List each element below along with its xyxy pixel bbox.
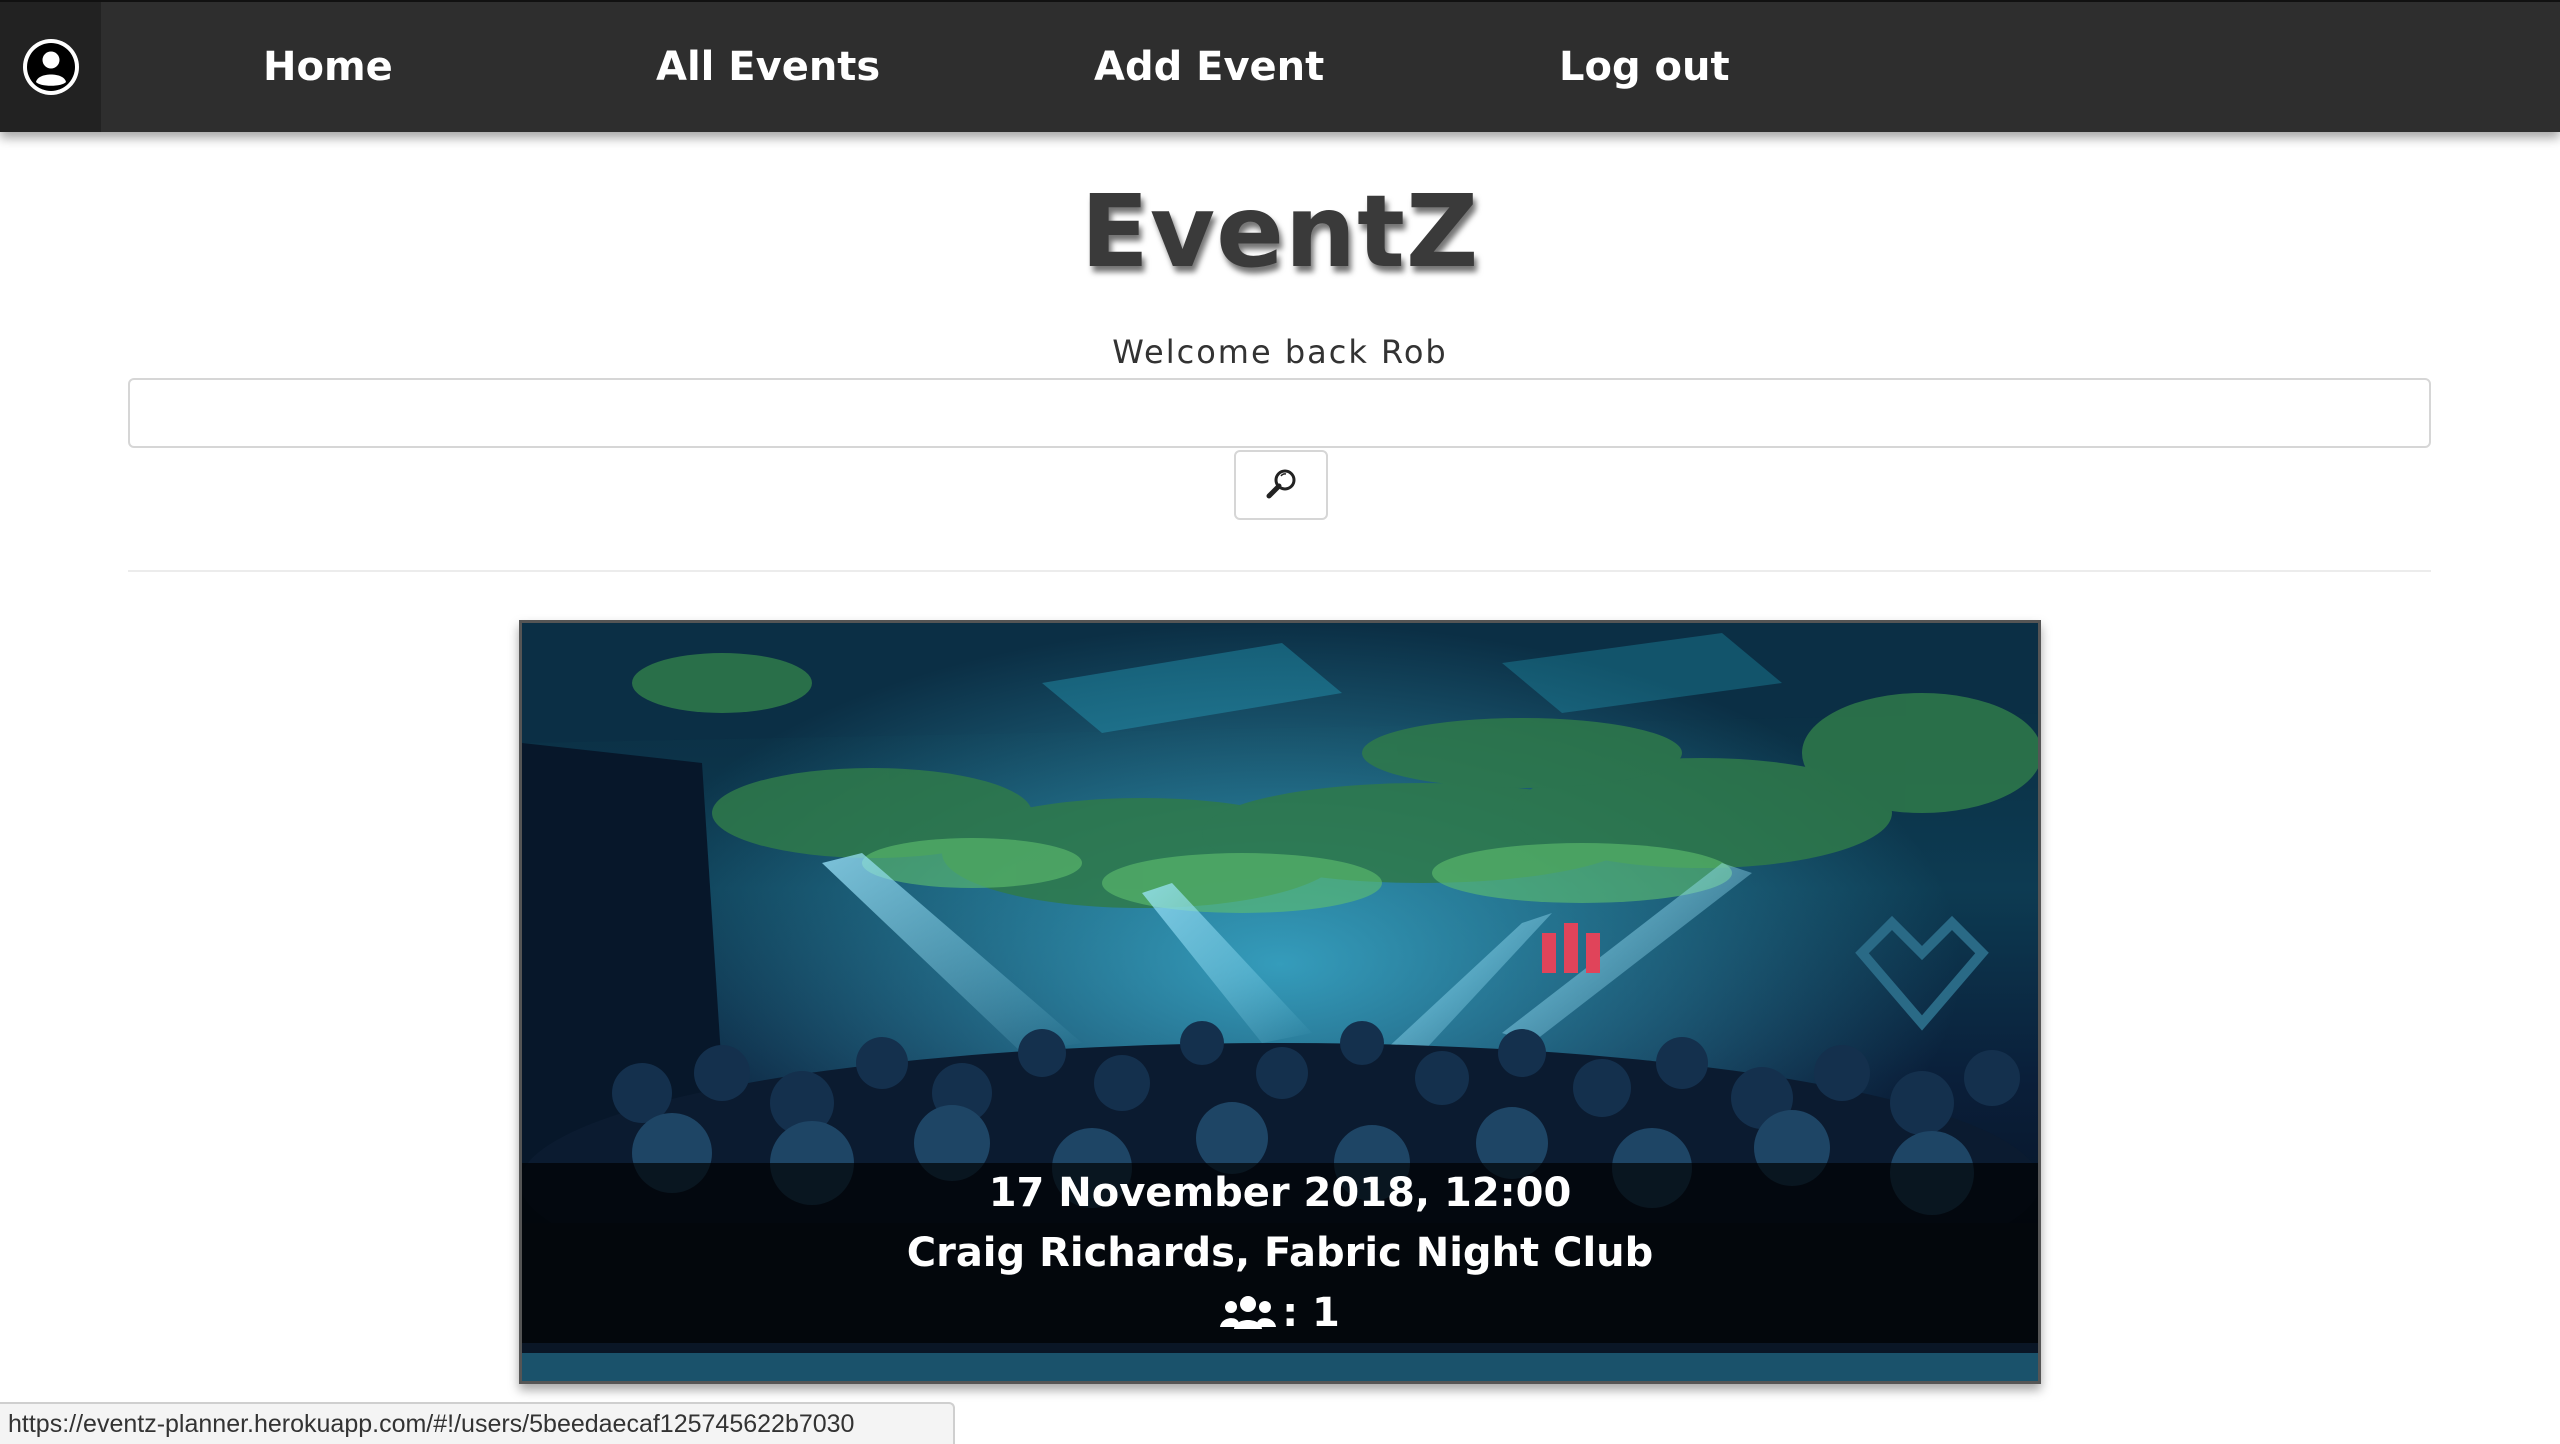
user-circle-icon <box>22 39 79 95</box>
nav-log-out-link[interactable]: Log out <box>1559 2 1730 132</box>
nav-all-events-link[interactable]: All Events <box>656 2 880 132</box>
event-card[interactable]: 17 November 2018, 12:00 Craig Richards, … <box>519 620 2041 1384</box>
event-datetime: 17 November 2018, 12:00 <box>988 1170 1572 1216</box>
nav-add-event-link[interactable]: Add Event <box>1094 2 1324 132</box>
welcome-message: Welcome back Rob <box>1112 333 1448 371</box>
event-title: Craig Richards, Fabric Night Club <box>906 1230 1654 1276</box>
divider <box>128 570 2431 572</box>
top-navbar: Home All Events Add Event Log out <box>0 0 2560 132</box>
event-caption: 17 November 2018, 12:00 Craig Richards, … <box>522 1163 2038 1343</box>
attendee-count: : 1 <box>1282 1290 1340 1336</box>
user-avatar-button[interactable] <box>0 2 101 132</box>
magnifier-icon <box>1266 469 1296 499</box>
users-icon <box>1220 1296 1277 1329</box>
event-attendees: : 1 <box>522 1283 2038 1343</box>
brand-title: EventZ <box>1080 173 1480 290</box>
nav-home-link[interactable]: Home <box>263 2 393 132</box>
search-button[interactable] <box>1234 450 1328 520</box>
search-input[interactable] <box>128 378 2431 448</box>
browser-status-url: https://eventz-planner.herokuapp.com/#!/… <box>0 1402 955 1444</box>
